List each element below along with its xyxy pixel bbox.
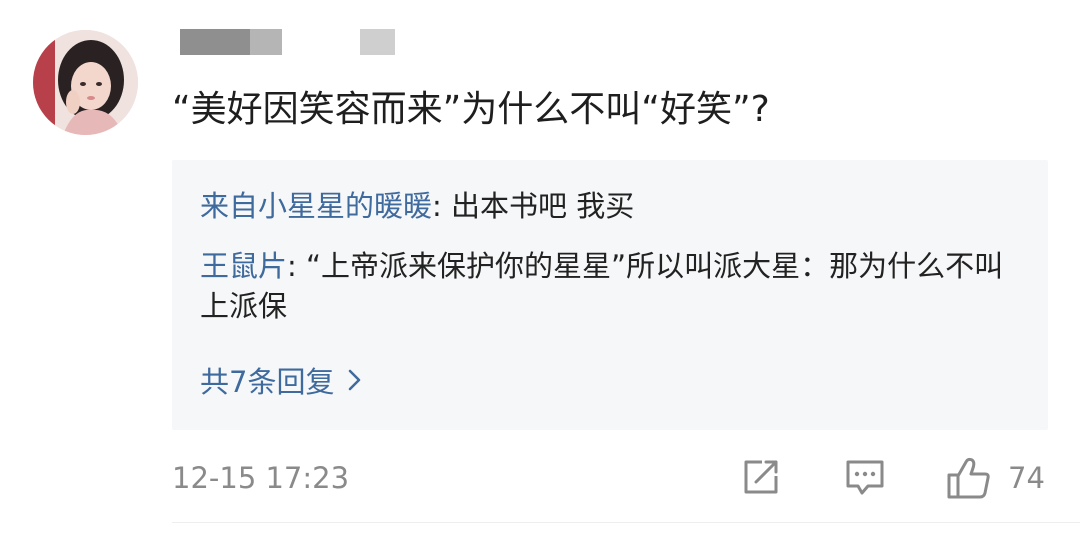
reply-separator: : — [287, 249, 307, 283]
like-count: 74 — [1008, 461, 1045, 495]
reply-author[interactable]: 王鼠片 — [200, 249, 287, 283]
divider — [172, 522, 1080, 523]
reply-text: “上帝派来保护你的星星”所以叫派大星：那为什么不叫上派保 — [200, 249, 1004, 323]
redaction-block — [360, 29, 395, 55]
replies-panel: 来自小星星的暖暖: 出本书吧 我买 王鼠片: “上帝派来保护你的星星”所以叫派大… — [172, 160, 1048, 430]
username-redacted[interactable] — [180, 29, 400, 55]
comment-timestamp: 12-15 17:23 — [172, 461, 350, 495]
comment-bubble-icon — [846, 460, 884, 495]
comment-button[interactable] — [844, 456, 886, 500]
redaction-block — [250, 29, 282, 55]
reply-author[interactable]: 来自小星星的暖暖 — [200, 189, 432, 223]
avatar[interactable] — [33, 30, 138, 135]
reply-item[interactable]: 来自小星星的暖暖: 出本书吧 我买 — [200, 186, 1020, 226]
like-button[interactable] — [946, 456, 992, 500]
reply-text: 出本书吧 我买 — [451, 189, 635, 223]
reply-item[interactable]: 王鼠片: “上帝派来保护你的星星”所以叫派大星：那为什么不叫上派保 — [200, 246, 1020, 326]
reply-separator: : — [432, 189, 452, 223]
thumbs-up-icon — [947, 457, 990, 499]
redaction-block — [180, 29, 250, 55]
chevron-right-icon — [348, 362, 362, 402]
view-all-replies-link[interactable]: 共7条回复 — [200, 362, 362, 402]
share-square-icon — [744, 460, 778, 494]
avatar-photo — [33, 30, 138, 135]
view-all-replies-label: 共7条回复 — [200, 365, 335, 399]
comment-text: “美好因笑容而来”为什么不叫“好笑”? — [172, 89, 770, 130]
repost-button[interactable] — [740, 456, 782, 500]
